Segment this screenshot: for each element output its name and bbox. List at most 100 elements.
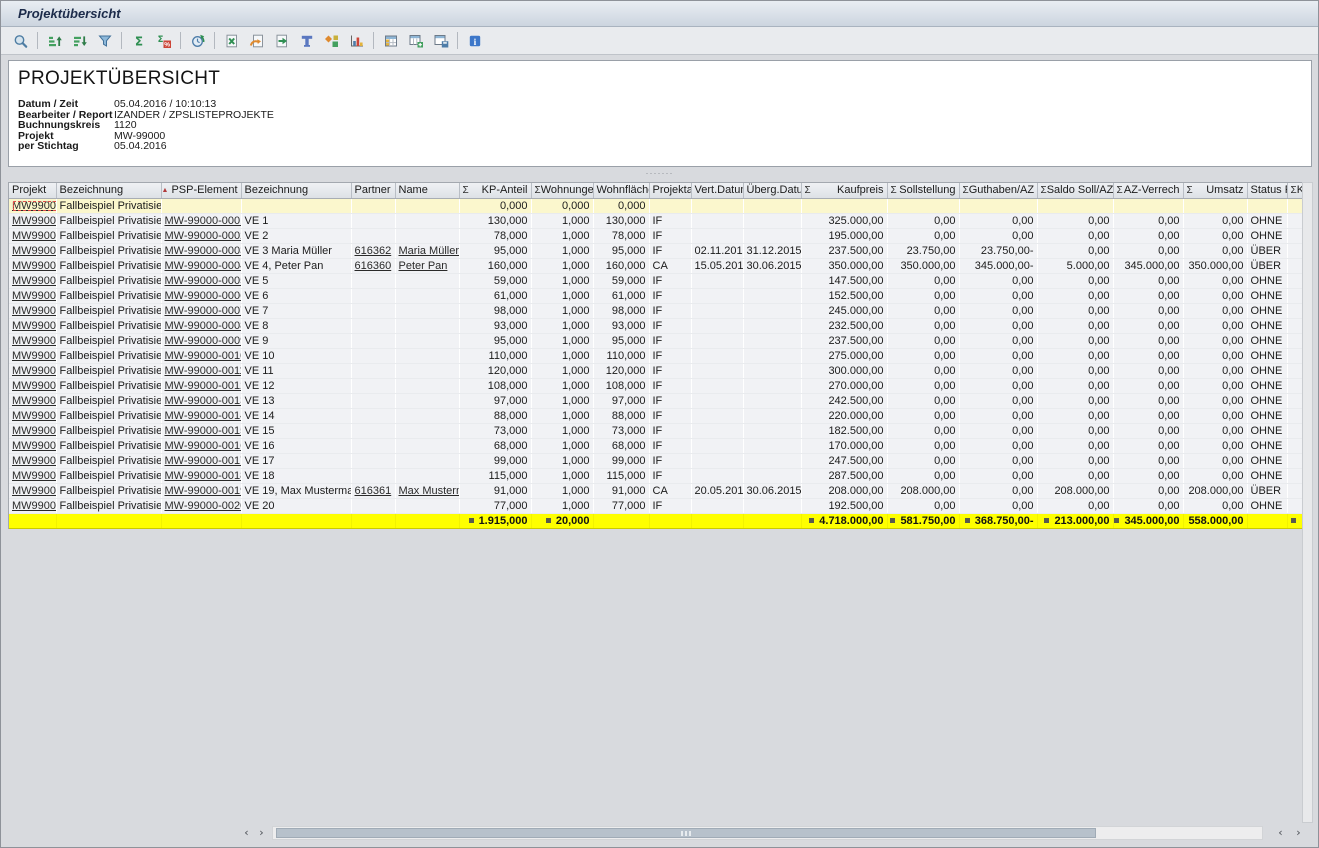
- hscroll-left-button[interactable]: ‹: [239, 825, 254, 840]
- toolbar-export-word-button[interactable]: [244, 29, 269, 53]
- table-row[interactable]: MW99000Fallbeispiel PrivatisierungMW-990…: [9, 408, 1302, 423]
- col-header-kauf[interactable]: ΣKaufpreis: [801, 183, 887, 198]
- table-row[interactable]: MW99000Fallbeispiel PrivatisierungMW-990…: [9, 378, 1302, 393]
- col-header-name[interactable]: Name: [395, 183, 459, 198]
- col-header-psp[interactable]: ▲PSP-Element: [161, 183, 241, 198]
- psp-link[interactable]: MW-99000-0016: [165, 440, 242, 452]
- col-header-art[interactable]: Projektart: [649, 183, 691, 198]
- projekt-link[interactable]: MW99000: [12, 290, 56, 302]
- toolbar-sort-ascending-button[interactable]: [42, 29, 67, 53]
- table-row[interactable]: MW99000Fallbeispiel PrivatisierungMW-990…: [9, 483, 1302, 498]
- table-row[interactable]: MW99000Fallbeispiel PrivatisierungMW-990…: [9, 303, 1302, 318]
- col-header-bez1[interactable]: Bezeichnung: [56, 183, 161, 198]
- name-link[interactable]: Maria Müller: [399, 245, 460, 257]
- toolbar-graphic-button[interactable]: [319, 29, 344, 53]
- projekt-link[interactable]: MW99000: [12, 380, 56, 392]
- projekt-link[interactable]: MW99000: [12, 440, 56, 452]
- psp-link[interactable]: MW-99000-0006: [165, 290, 242, 302]
- col-header-kp[interactable]: ΣKP-Anteil: [459, 183, 531, 198]
- col-header-ud[interactable]: Überg.Datu: [743, 183, 801, 198]
- table-row[interactable]: MW99000Fallbeispiel PrivatisierungMW-990…: [9, 318, 1302, 333]
- toolbar-chart-button[interactable]: [344, 29, 369, 53]
- table-row[interactable]: MW99000Fallbeispiel PrivatisierungMW-990…: [9, 258, 1302, 273]
- toolbar-sort-descending-button[interactable]: [67, 29, 92, 53]
- col-header-projekt[interactable]: Projekt: [9, 183, 56, 198]
- projekt-link[interactable]: MW99000: [12, 245, 56, 257]
- partner-link[interactable]: 616362: [355, 245, 392, 257]
- col-header-saldo[interactable]: ΣSaldo Soll/AZ: [1037, 183, 1113, 198]
- table-row[interactable]: MW99000Fallbeispiel PrivatisierungMW-990…: [9, 333, 1302, 348]
- projekt-link[interactable]: MW99000: [12, 470, 56, 482]
- toolbar-subtotal-button[interactable]: Σ%: [151, 29, 176, 53]
- vertical-scrollbar[interactable]: [1302, 182, 1313, 823]
- project-summary-row[interactable]: MW99000Fallbeispiel Privatisierung0,0000…: [9, 198, 1302, 213]
- table-row[interactable]: MW99000Fallbeispiel PrivatisierungMW-990…: [9, 228, 1302, 243]
- hscroll-thumb[interactable]: [276, 828, 1096, 838]
- psp-link[interactable]: MW-99000-0007: [165, 305, 242, 317]
- col-header-vd[interactable]: Vert.Datum: [691, 183, 743, 198]
- psp-link[interactable]: MW-99000-0001: [165, 215, 242, 227]
- col-header-wo[interactable]: ΣWohnungen: [531, 183, 593, 198]
- col-header-bez2[interactable]: Bezeichnung: [241, 183, 351, 198]
- table-row[interactable]: MW99000Fallbeispiel PrivatisierungMW-990…: [9, 453, 1302, 468]
- pane-scroll-left-button[interactable]: ‹: [1273, 825, 1288, 840]
- table-row[interactable]: MW99000Fallbeispiel PrivatisierungMW-990…: [9, 438, 1302, 453]
- psp-link[interactable]: MW-99000-0008: [165, 320, 242, 332]
- projekt-link[interactable]: MW99000: [12, 365, 56, 377]
- psp-link[interactable]: MW-99000-0019: [165, 485, 242, 497]
- projekt-link[interactable]: MW99000: [12, 200, 56, 212]
- hscroll-right-button[interactable]: ›: [254, 825, 269, 840]
- psp-link[interactable]: MW-99000-0002: [165, 230, 242, 242]
- col-header-wf[interactable]: Wohnfläche: [593, 183, 649, 198]
- projekt-link[interactable]: MW99000: [12, 320, 56, 332]
- col-header-soll[interactable]: ΣSollstellung: [887, 183, 959, 198]
- col-header-azv[interactable]: ΣAZ-Verrech: [1113, 183, 1183, 198]
- toolbar-total-button[interactable]: Σ: [126, 29, 151, 53]
- psp-link[interactable]: MW-99000-0009: [165, 335, 242, 347]
- psp-link[interactable]: MW-99000-0015: [165, 425, 242, 437]
- projekt-link[interactable]: MW99000: [12, 455, 56, 467]
- table-row[interactable]: MW99000Fallbeispiel PrivatisierungMW-990…: [9, 213, 1302, 228]
- table-row[interactable]: MW99000Fallbeispiel PrivatisierungMW-990…: [9, 273, 1302, 288]
- projekt-link[interactable]: MW99000: [12, 395, 56, 407]
- col-header-status[interactable]: Status Pro: [1247, 183, 1287, 198]
- projekt-link[interactable]: MW99000: [12, 485, 56, 497]
- psp-link[interactable]: MW-99000-0013: [165, 395, 242, 407]
- psp-link[interactable]: MW-99000-0014: [165, 410, 242, 422]
- toolbar-change-layout-button[interactable]: [403, 29, 428, 53]
- name-link[interactable]: Max Mustermann: [399, 485, 460, 497]
- col-header-guth[interactable]: ΣGuthaben/AZ: [959, 183, 1037, 198]
- psp-link[interactable]: MW-99000-0005: [165, 275, 242, 287]
- splitter-handle[interactable]: ·······: [1, 169, 1318, 177]
- table-row[interactable]: MW99000Fallbeispiel PrivatisierungMW-990…: [9, 348, 1302, 363]
- projekt-link[interactable]: MW99000: [12, 410, 56, 422]
- psp-link[interactable]: MW-99000-0020: [165, 500, 242, 512]
- pane-scroll-right-button[interactable]: ›: [1291, 825, 1306, 840]
- table-row[interactable]: MW99000Fallbeispiel PrivatisierungMW-990…: [9, 468, 1302, 483]
- psp-link[interactable]: MW-99000-0010: [165, 350, 242, 362]
- toolbar-save-layout-button[interactable]: [428, 29, 453, 53]
- psp-link[interactable]: MW-99000-0003: [165, 245, 242, 257]
- projekt-link[interactable]: MW99000: [12, 215, 56, 227]
- projekt-link[interactable]: MW99000: [12, 500, 56, 512]
- toolbar-info-button[interactable]: i: [462, 29, 487, 53]
- partner-link[interactable]: 616361: [355, 485, 392, 497]
- psp-link[interactable]: MW-99000-0018: [165, 470, 242, 482]
- table-row[interactable]: MW99000Fallbeispiel PrivatisierungMW-990…: [9, 423, 1302, 438]
- toolbar-export-excel-button[interactable]: [219, 29, 244, 53]
- projekt-link[interactable]: MW99000: [12, 350, 56, 362]
- projekt-link[interactable]: MW99000: [12, 260, 56, 272]
- projekt-link[interactable]: MW99000: [12, 425, 56, 437]
- psp-link[interactable]: MW-99000-0011: [165, 365, 242, 377]
- projekt-link[interactable]: MW99000: [12, 275, 56, 287]
- toolbar-details-button[interactable]: [8, 29, 33, 53]
- toolbar-filter-button[interactable]: [92, 29, 117, 53]
- table-row[interactable]: MW99000Fallbeispiel PrivatisierungMW-990…: [9, 363, 1302, 378]
- projekt-link[interactable]: MW99000: [12, 230, 56, 242]
- table-row[interactable]: MW99000Fallbeispiel PrivatisierungMW-990…: [9, 393, 1302, 408]
- table-row[interactable]: MW99000Fallbeispiel PrivatisierungMW-990…: [9, 288, 1302, 303]
- table-row[interactable]: MW99000Fallbeispiel PrivatisierungMW-990…: [9, 243, 1302, 258]
- col-header-ums[interactable]: ΣUmsatz: [1183, 183, 1247, 198]
- toolbar-export-local-file-button[interactable]: [269, 29, 294, 53]
- toolbar-refresh-button[interactable]: [185, 29, 210, 53]
